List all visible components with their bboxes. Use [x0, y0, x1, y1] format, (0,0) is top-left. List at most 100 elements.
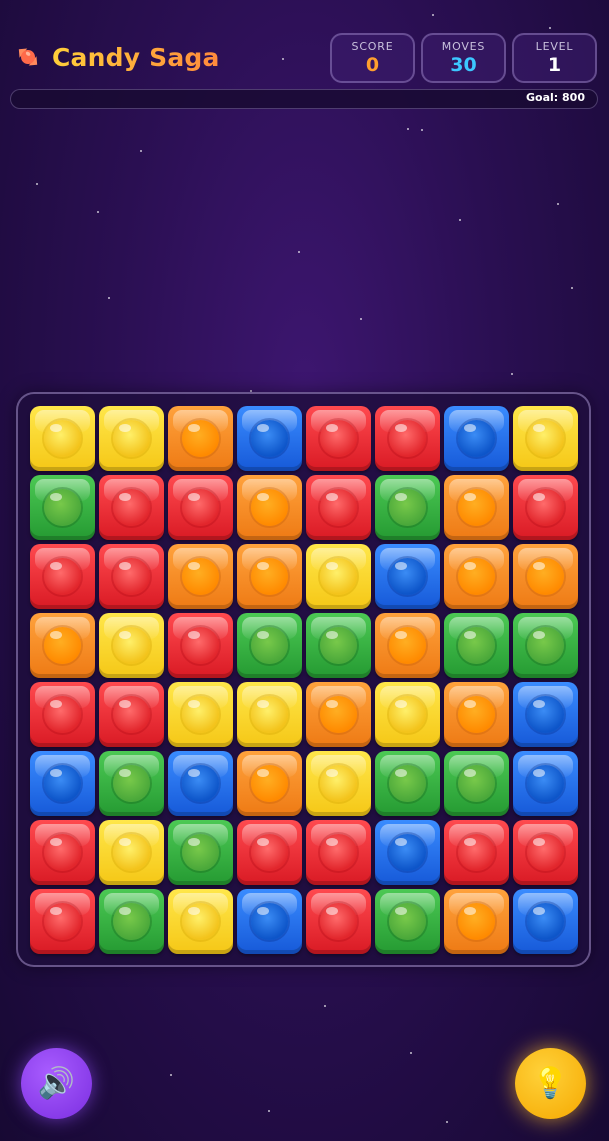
candy-glint: [464, 424, 476, 432]
candy-tile-green[interactable]: [168, 820, 233, 885]
candy-glint: [257, 907, 269, 915]
candy-glint: [188, 631, 200, 639]
candy-tile-green[interactable]: [444, 613, 509, 678]
candy-tile-red[interactable]: [513, 475, 578, 540]
candy-tile-green[interactable]: [444, 751, 509, 816]
candy-tile-red[interactable]: [30, 544, 95, 609]
sound-button[interactable]: 🔊: [21, 1048, 92, 1119]
candy-glint: [464, 769, 476, 777]
candy-glint: [533, 700, 545, 708]
candy-glint: [395, 424, 407, 432]
candy-tile-yellow[interactable]: [99, 820, 164, 885]
candy-tile-orange[interactable]: [444, 475, 509, 540]
candy-tile-blue[interactable]: [168, 751, 233, 816]
hint-button[interactable]: 💡: [515, 1048, 586, 1119]
candy-tile-red[interactable]: [30, 889, 95, 954]
candy-tile-red[interactable]: [168, 613, 233, 678]
candy-glint: [50, 424, 62, 432]
candy-tile-red[interactable]: [168, 475, 233, 540]
candy-glint: [395, 907, 407, 915]
candy-tile-orange[interactable]: [168, 406, 233, 471]
candy-tile-yellow[interactable]: [306, 544, 371, 609]
candy-glint: [50, 493, 62, 501]
candy-tile-green[interactable]: [306, 613, 371, 678]
star-dot: [298, 251, 300, 253]
star-dot: [571, 287, 573, 289]
candy-tile-red[interactable]: [375, 406, 440, 471]
candy-tile-orange[interactable]: [306, 682, 371, 747]
candy-tile-green[interactable]: [513, 613, 578, 678]
candy-tile-blue[interactable]: [237, 889, 302, 954]
candy-glint: [326, 700, 338, 708]
star-dot: [36, 183, 38, 185]
moves-value: 30: [450, 54, 477, 76]
candy-tile-red[interactable]: [306, 475, 371, 540]
candy-tile-red[interactable]: [99, 544, 164, 609]
candy-tile-yellow[interactable]: [306, 751, 371, 816]
candy-tile-red[interactable]: [306, 889, 371, 954]
candy-glint: [464, 631, 476, 639]
candy-tile-orange[interactable]: [237, 751, 302, 816]
candy-glint: [50, 562, 62, 570]
candy-tile-yellow[interactable]: [375, 682, 440, 747]
candy-tile-yellow[interactable]: [99, 406, 164, 471]
candy-tile-red[interactable]: [306, 820, 371, 885]
candy-tile-red[interactable]: [306, 406, 371, 471]
candy-tile-green[interactable]: [99, 751, 164, 816]
candy-tile-blue[interactable]: [513, 682, 578, 747]
candy-glint: [119, 838, 131, 846]
level-value: 1: [547, 54, 562, 76]
candy-tile-blue[interactable]: [30, 751, 95, 816]
candy-tile-orange[interactable]: [513, 544, 578, 609]
star-dot: [170, 1074, 172, 1076]
candy-tile-green[interactable]: [375, 889, 440, 954]
candy-tile-green[interactable]: [30, 475, 95, 540]
candy-tile-orange[interactable]: [237, 475, 302, 540]
candy-glint: [188, 493, 200, 501]
candy-tile-green[interactable]: [375, 475, 440, 540]
candy-glint: [326, 907, 338, 915]
candy-tile-green[interactable]: [237, 613, 302, 678]
candy-tile-yellow[interactable]: [168, 889, 233, 954]
candy-tile-yellow[interactable]: [99, 613, 164, 678]
candy-tile-red[interactable]: [99, 682, 164, 747]
candy-tile-yellow[interactable]: [30, 406, 95, 471]
candy-tile-orange[interactable]: [30, 613, 95, 678]
candy-tile-green[interactable]: [375, 751, 440, 816]
candy-tile-orange[interactable]: [444, 544, 509, 609]
candy-tile-blue[interactable]: [375, 544, 440, 609]
candy-tile-orange[interactable]: [237, 544, 302, 609]
candy-glint: [464, 700, 476, 708]
candy-tile-blue[interactable]: [513, 889, 578, 954]
candy-tile-blue[interactable]: [237, 406, 302, 471]
candy-glint: [50, 631, 62, 639]
game-board: [16, 392, 591, 967]
candy-glint: [50, 700, 62, 708]
candy-tile-blue[interactable]: [375, 820, 440, 885]
candy-tile-blue[interactable]: [513, 751, 578, 816]
candy-glint: [188, 562, 200, 570]
candy-glint: [395, 562, 407, 570]
candy-glint: [119, 700, 131, 708]
candy-glint: [119, 631, 131, 639]
candy-glint: [395, 769, 407, 777]
candy-glint: [326, 769, 338, 777]
candy-tile-yellow[interactable]: [513, 406, 578, 471]
candy-tile-orange[interactable]: [444, 682, 509, 747]
candy-tile-orange[interactable]: [375, 613, 440, 678]
candy-tile-orange[interactable]: [168, 544, 233, 609]
candy-tile-yellow[interactable]: [237, 682, 302, 747]
candy-tile-orange[interactable]: [444, 889, 509, 954]
candy-glint: [257, 562, 269, 570]
candy-tile-blue[interactable]: [444, 406, 509, 471]
candy-tile-red[interactable]: [237, 820, 302, 885]
candy-tile-yellow[interactable]: [168, 682, 233, 747]
candy-tile-red[interactable]: [30, 682, 95, 747]
candy-glint: [257, 493, 269, 501]
candy-tile-red[interactable]: [99, 475, 164, 540]
candy-tile-red[interactable]: [444, 820, 509, 885]
candy-tile-red[interactable]: [30, 820, 95, 885]
candy-tile-green[interactable]: [99, 889, 164, 954]
star-dot: [108, 297, 110, 299]
candy-tile-red[interactable]: [513, 820, 578, 885]
